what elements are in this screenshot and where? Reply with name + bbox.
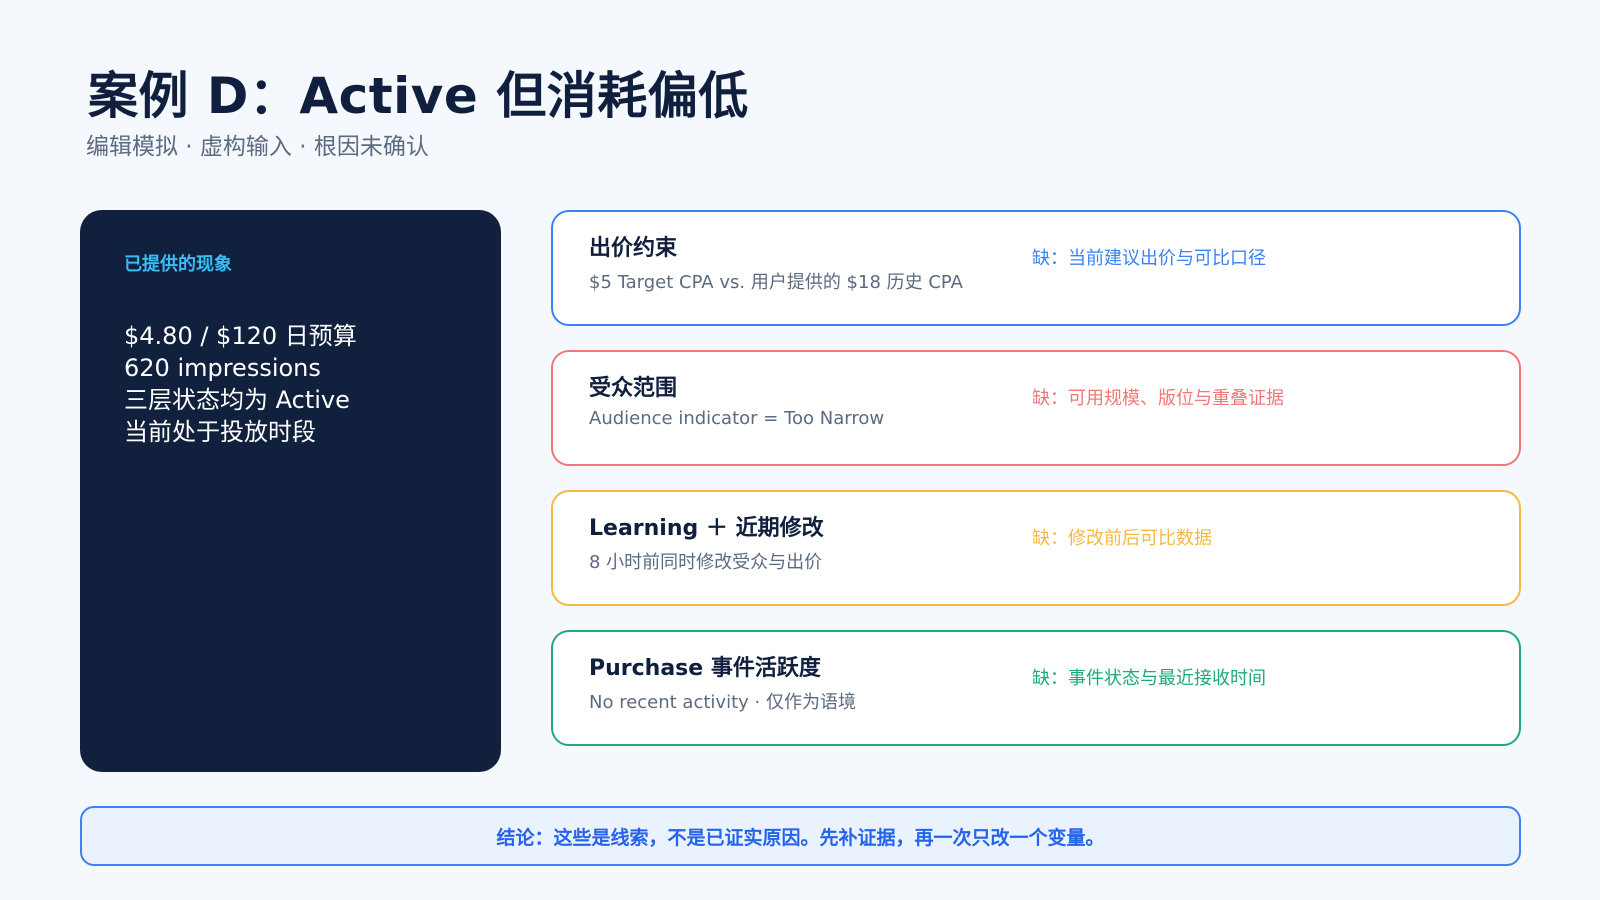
card-missing-evidence: 缺：可用规模、版位与重叠证据 (1032, 388, 1284, 409)
card-title: 出价约束 (589, 236, 678, 261)
conclusion-banner: 结论：这些是线索，不是已证实原因。先补证据，再一次只改一个变量。 (80, 806, 1521, 866)
fact-item: $4.80 / $120 日预算 (124, 322, 357, 350)
fact-item: 三层状态均为 Active (124, 386, 350, 414)
card-title: Learning ＋ 近期修改 (589, 516, 824, 541)
fact-item: 当前处于投放时段 (124, 418, 316, 446)
card-description: Audience indicator = Too Narrow (589, 408, 885, 429)
card-missing-evidence: 缺：当前建议出价与可比口径 (1032, 248, 1266, 269)
facts-list: $4.80 / $120 日预算 620 impressions 三层状态均为 … (124, 320, 457, 448)
card-learning-recent-edits: Learning ＋ 近期修改 8 小时前同时修改受众与出价 缺：修改前后可比数… (551, 490, 1521, 606)
card-description: 8 小时前同时修改受众与出价 (589, 552, 823, 573)
card-description: No recent activity · 仅作为语境 (589, 692, 856, 713)
slide: 案例 D：Active 但消耗偏低 编辑模拟 · 虚构输入 · 根因未确认 已提… (0, 0, 1600, 900)
facts-panel: 已提供的现象 $4.80 / $120 日预算 620 impressions … (80, 210, 501, 772)
card-purchase-event-activity: Purchase 事件活跃度 No recent activity · 仅作为语… (551, 630, 1521, 746)
card-missing-evidence: 缺：修改前后可比数据 (1032, 528, 1212, 549)
clue-cards: 出价约束 $5 Target CPA vs. 用户提供的 $18 历史 CPA … (551, 210, 1521, 770)
page-subtitle: 编辑模拟 · 虚构输入 · 根因未确认 (86, 134, 429, 160)
facts-heading: 已提供的现象 (124, 254, 232, 275)
card-description: $5 Target CPA vs. 用户提供的 $18 历史 CPA (589, 272, 963, 293)
page-title: 案例 D：Active 但消耗偏低 (88, 67, 749, 125)
card-missing-evidence: 缺：事件状态与最近接收时间 (1032, 668, 1266, 689)
card-title: 受众范围 (589, 376, 678, 401)
fact-item: 620 impressions (124, 354, 321, 382)
card-title: Purchase 事件活跃度 (589, 656, 821, 681)
card-bid-constraint: 出价约束 $5 Target CPA vs. 用户提供的 $18 历史 CPA … (551, 210, 1521, 326)
card-audience-scope: 受众范围 Audience indicator = Too Narrow 缺：可… (551, 350, 1521, 466)
